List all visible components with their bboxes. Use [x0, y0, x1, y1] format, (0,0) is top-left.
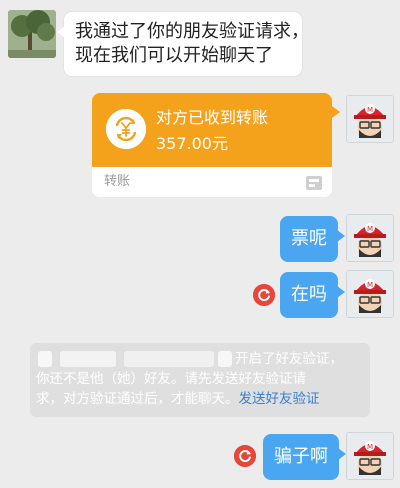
- incoming-message-line-2: 现在我们可以开始聊天了: [75, 45, 273, 66]
- notice-line-1: 开启了好友验证，: [235, 351, 343, 367]
- my-avatar[interactable]: M: [346, 270, 394, 318]
- my-avatar[interactable]: M: [346, 95, 394, 143]
- friend-verification-notice: 开启了好友验证， 你还不是他（她）好友。请先发送好友验证请 求，对方验证通过后，…: [30, 343, 370, 417]
- transfer-card[interactable]: 对方已收到转账 357.00元 转账: [92, 93, 332, 197]
- my-avatar[interactable]: M: [346, 214, 394, 262]
- outgoing-message-bubble[interactable]: 票呢: [280, 216, 345, 262]
- redacted-name: [38, 351, 52, 367]
- send-verification-link[interactable]: 发送好友验证: [239, 391, 320, 407]
- notice-line-3: 求，对方验证通过后，才能聊天。发送好友验证: [36, 389, 320, 409]
- transfer-title: 对方已收到转账: [156, 108, 269, 127]
- outgoing-message-text: 骗子啊: [274, 446, 328, 467]
- redacted-name: [218, 351, 232, 367]
- svg-text:M: M: [367, 281, 373, 289]
- outgoing-message-bubble[interactable]: 在吗: [280, 272, 345, 318]
- yuan-refresh-icon: [106, 109, 146, 149]
- transfer-app-icon: [306, 175, 322, 190]
- redacted-name: [60, 351, 116, 367]
- outgoing-message-text: 票呢: [291, 228, 327, 249]
- notice-line-3-text: 求，对方验证通过后，才能聊天。: [36, 391, 239, 407]
- resend-icon[interactable]: [234, 445, 256, 467]
- incoming-message-bubble[interactable]: 我通过了你的朋友验证请求， 现在我们可以开始聊天了: [57, 12, 309, 76]
- redacted-name: [124, 351, 214, 367]
- transfer-card-tail: [332, 106, 340, 118]
- notice-line-2: 你还不是他（她）好友。请先发送好友验证请: [36, 371, 306, 387]
- transfer-amount: 357.00元: [156, 134, 228, 153]
- outgoing-message-text: 在吗: [291, 284, 327, 305]
- svg-text:M: M: [367, 443, 373, 451]
- transfer-footer-label: 转账: [104, 174, 131, 189]
- incoming-message-line-1: 我通过了你的朋友验证请求，: [75, 21, 309, 42]
- friend-avatar[interactable]: [8, 10, 56, 58]
- svg-text:M: M: [367, 225, 373, 233]
- svg-text:M: M: [367, 106, 373, 114]
- resend-icon[interactable]: [253, 284, 275, 306]
- outgoing-message-bubble[interactable]: 骗子啊: [263, 434, 346, 480]
- my-avatar[interactable]: M: [346, 432, 394, 480]
